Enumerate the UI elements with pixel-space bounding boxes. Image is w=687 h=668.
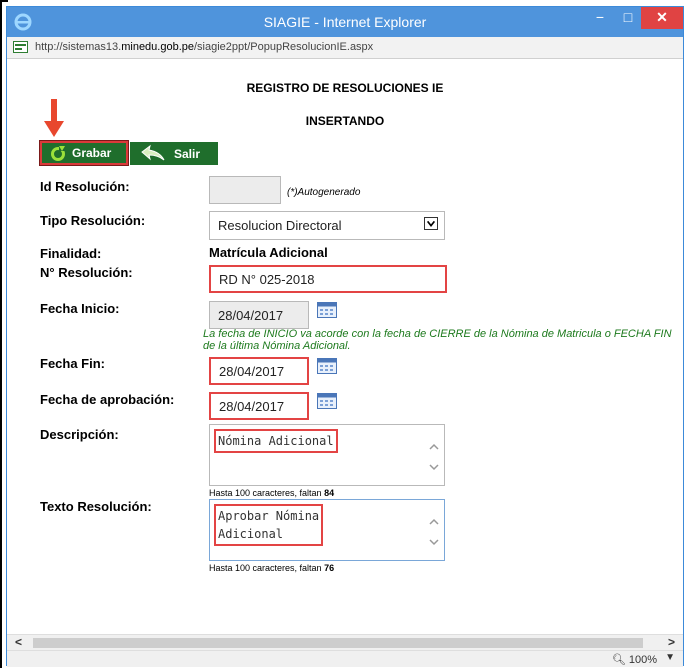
calendar-icon[interactable] — [317, 302, 337, 318]
top-edge-line — [0, 0, 8, 2]
left-edge-line — [0, 0, 2, 668]
descripcion-textarea[interactable]: Nómina Adicional — [209, 424, 445, 486]
salir-label: Salir — [174, 146, 201, 161]
title-bar: SIAGIE - Internet Explorer − □ ✕ — [7, 7, 683, 37]
close-button[interactable]: ✕ — [641, 7, 683, 29]
window-title: SIAGIE - Internet Explorer — [263, 14, 427, 30]
descripcion-hint: Hasta 100 caracteres, faltan 84 — [209, 488, 335, 498]
scroll-up-icon[interactable] — [428, 442, 440, 452]
tipo-resolucion-value: Resolucion Directoral — [218, 218, 342, 233]
texto-resolucion-hint: Hasta 100 caracteres, faltan 76 — [209, 563, 335, 573]
salir-button[interactable]: Salir — [130, 142, 218, 165]
mode-label: INSERTANDO — [305, 114, 385, 128]
calendar-icon[interactable] — [317, 393, 337, 409]
scroll-down-icon[interactable] — [428, 537, 440, 547]
finalidad-value: Matrícula Adicional — [209, 245, 328, 260]
horizontal-scrollbar[interactable]: < > — [7, 634, 683, 650]
texto-resolucion-value: Aprobar Nómina Adicional — [214, 504, 324, 546]
scrollbar-thumb[interactable] — [33, 638, 643, 648]
scroll-up-icon[interactable] — [428, 517, 440, 527]
tipo-resolucion-label: Tipo Resolución: — [40, 213, 146, 228]
red-arrow-icon — [44, 99, 64, 137]
fecha-aprobacion-label: Fecha de aprobación: — [40, 392, 175, 407]
minimize-button[interactable]: − — [587, 7, 613, 29]
fecha-inicio-label: Fecha Inicio: — [40, 301, 120, 316]
grabar-button[interactable]: Grabar — [39, 140, 129, 166]
save-refresh-icon — [51, 145, 65, 161]
zoom-dropdown-icon[interactable]: ▼ — [665, 652, 675, 663]
page-content: REGISTRO DE RESOLUCIONES IE INSERTANDO G… — [7, 59, 683, 634]
page-icon — [13, 41, 28, 53]
texto-resolucion-label: Texto Resolución: — [40, 499, 152, 514]
fecha-fin-input[interactable]: 28/04/2017 — [209, 357, 309, 385]
grabar-label: Grabar — [72, 146, 112, 160]
finalidad-label: Finalidad: — [40, 246, 102, 261]
scroll-down-icon[interactable] — [428, 462, 440, 472]
numero-resolucion-label: N° Resolución: — [40, 265, 133, 280]
descripcion-label: Descripción: — [40, 427, 119, 442]
autogenerado-note: (*)Autogenerado — [287, 187, 361, 198]
fecha-fin-label: Fecha Fin: — [40, 356, 106, 371]
chevron-down-icon[interactable] — [424, 217, 438, 230]
page-title: REGISTRO DE RESOLUCIONES IE — [246, 81, 444, 95]
scroll-right-icon[interactable]: > — [668, 635, 675, 649]
maximize-button[interactable]: □ — [615, 7, 641, 29]
url-text[interactable]: http://sistemas13.minedu.gob.pe/siagie2p… — [35, 41, 373, 53]
numero-resolucion-input[interactable]: RD N° 025-2018 — [209, 265, 447, 293]
id-resolucion-label: Id Resolución: — [40, 179, 130, 194]
exit-arrow-icon — [141, 144, 165, 160]
status-bar: 🔍︎ 100% ▼ — [7, 650, 683, 667]
fecha-inicio-input: 28/04/2017 — [209, 301, 309, 329]
calendar-icon[interactable] — [317, 358, 337, 374]
browser-window: SIAGIE - Internet Explorer − □ ✕ http://… — [6, 6, 684, 667]
fecha-aprobacion-input[interactable]: 28/04/2017 — [209, 392, 309, 420]
tipo-resolucion-select[interactable]: Resolucion Directoral — [209, 211, 445, 240]
scroll-left-icon[interactable]: < — [15, 635, 22, 649]
zoom-level[interactable]: 🔍︎ 100% — [612, 653, 657, 666]
texto-resolucion-textarea[interactable]: Aprobar Nómina Adicional — [209, 499, 445, 561]
descripcion-value: Nómina Adicional — [214, 429, 338, 453]
fecha-inicio-note: La fecha de INICIO va acorde con la fech… — [203, 328, 672, 352]
id-resolucion-field — [209, 176, 281, 204]
address-bar[interactable]: http://sistemas13.minedu.gob.pe/siagie2p… — [7, 37, 683, 59]
